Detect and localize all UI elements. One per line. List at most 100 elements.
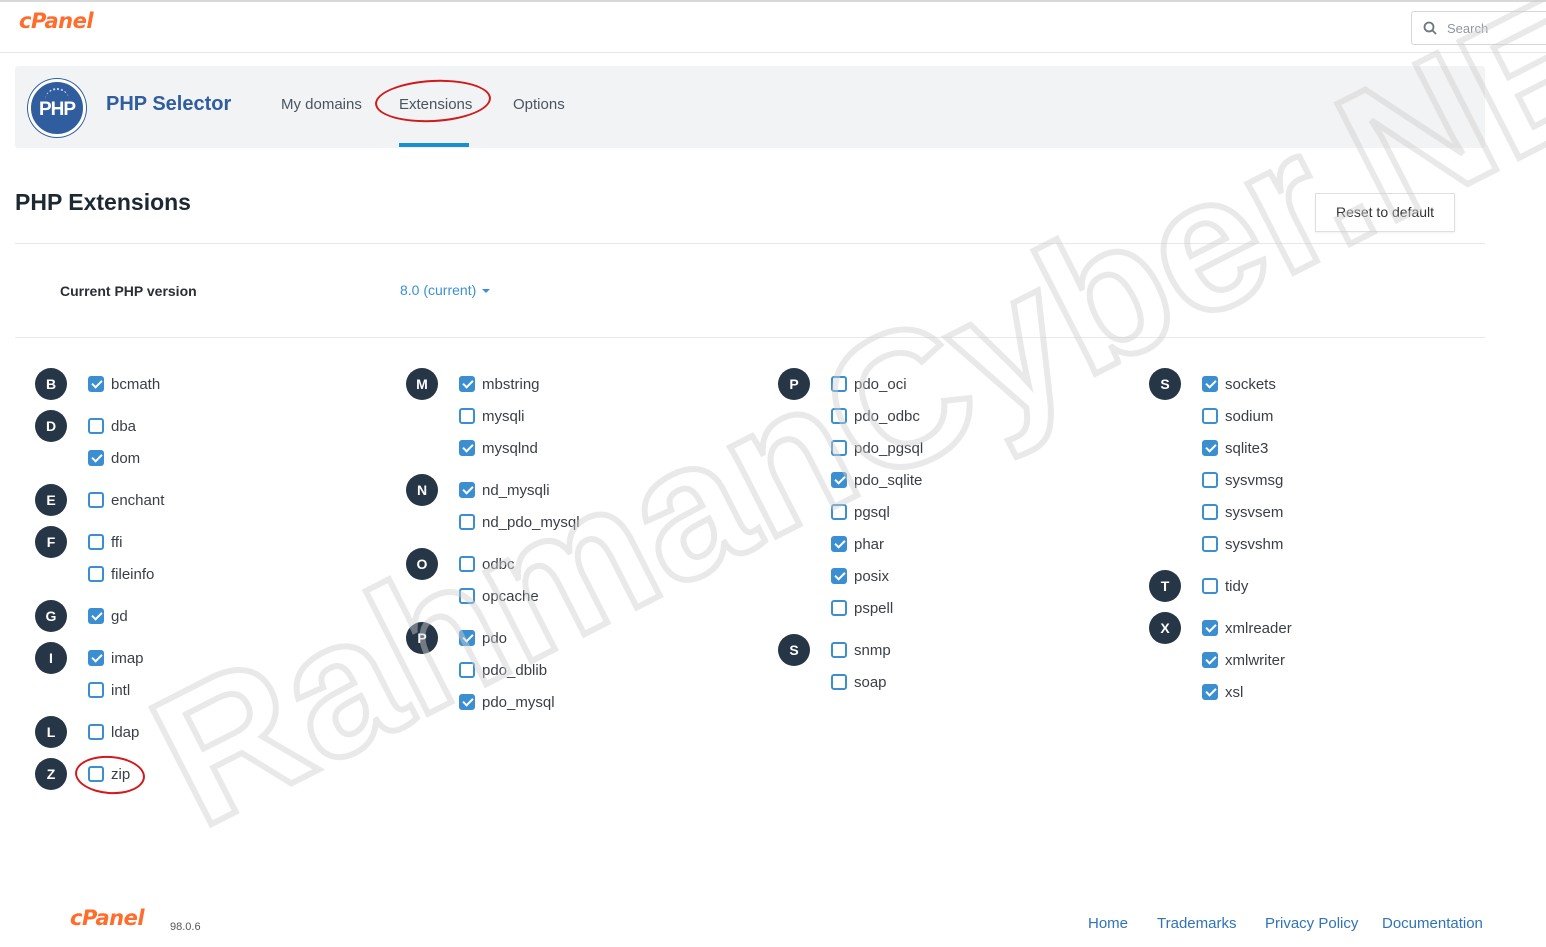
extension-pdo_odbc[interactable]: pdo_odbc: [831, 406, 920, 426]
extension-checkbox[interactable]: [1202, 652, 1218, 668]
php-version-dropdown[interactable]: 8.0 (current): [400, 282, 491, 298]
extension-mysqlnd[interactable]: mysqlnd: [459, 438, 538, 458]
extension-dom[interactable]: dom: [88, 448, 140, 468]
footer-link-trademarks[interactable]: Trademarks: [1157, 915, 1236, 932]
extension-pdo_sqlite[interactable]: pdo_sqlite: [831, 470, 922, 490]
footer-link-home[interactable]: Home: [1088, 915, 1128, 932]
extension-opcache[interactable]: opcache: [459, 586, 539, 606]
extension-checkbox[interactable]: [88, 492, 104, 508]
extension-odbc[interactable]: odbc: [459, 554, 515, 574]
extension-pdo_dblib[interactable]: pdo_dblib: [459, 660, 547, 680]
extension-mbstring[interactable]: mbstring: [459, 374, 540, 394]
extension-checkbox[interactable]: [459, 514, 475, 530]
extension-checkbox[interactable]: [1202, 620, 1218, 636]
extension-label: nd_mysqli: [482, 481, 550, 499]
extension-checkbox[interactable]: [459, 662, 475, 678]
extension-checkbox[interactable]: [1202, 376, 1218, 392]
extension-checkbox[interactable]: [459, 408, 475, 424]
extension-checkbox[interactable]: [831, 440, 847, 456]
group-letter-m: M: [406, 368, 438, 400]
extension-nd_pdo_mysql[interactable]: nd_pdo_mysql: [459, 512, 580, 532]
extension-checkbox[interactable]: [88, 724, 104, 740]
extension-checkbox[interactable]: [1202, 684, 1218, 700]
extension-xmlreader[interactable]: xmlreader: [1202, 618, 1292, 638]
extension-checkbox[interactable]: [88, 418, 104, 434]
extension-checkbox[interactable]: [459, 440, 475, 456]
extension-checkbox[interactable]: [831, 408, 847, 424]
footer-link-documentation[interactable]: Documentation: [1382, 915, 1483, 932]
extension-checkbox[interactable]: [831, 472, 847, 488]
extension-soap[interactable]: soap: [831, 672, 887, 692]
tab-my-domains[interactable]: My domains: [281, 96, 362, 113]
extension-sodium[interactable]: sodium: [1202, 406, 1273, 426]
extension-checkbox[interactable]: [459, 556, 475, 572]
cpanel-logo[interactable]: cPanel: [19, 9, 94, 33]
group-letter-x: X: [1149, 612, 1181, 644]
extension-checkbox[interactable]: [459, 630, 475, 646]
extension-sockets[interactable]: sockets: [1202, 374, 1276, 394]
extension-fileinfo[interactable]: fileinfo: [88, 564, 154, 584]
extension-checkbox[interactable]: [88, 608, 104, 624]
tab-options[interactable]: Options: [513, 96, 565, 113]
extension-checkbox[interactable]: [1202, 536, 1218, 552]
extension-pdo_pgsql[interactable]: pdo_pgsql: [831, 438, 923, 458]
caret-down-icon: [482, 289, 491, 294]
extension-pdo[interactable]: pdo: [459, 628, 507, 648]
extension-checkbox[interactable]: [459, 482, 475, 498]
extension-checkbox[interactable]: [459, 694, 475, 710]
extension-checkbox[interactable]: [459, 376, 475, 392]
reset-to-default-button[interactable]: Reset to default: [1315, 193, 1455, 232]
extension-label: xmlwriter: [1225, 651, 1285, 669]
extension-checkbox[interactable]: [88, 650, 104, 666]
extension-checkbox[interactable]: [1202, 440, 1218, 456]
group-letter-d: D: [35, 410, 67, 442]
extension-pdo_mysql[interactable]: pdo_mysql: [459, 692, 555, 712]
extension-nd_mysqli[interactable]: nd_mysqli: [459, 480, 550, 500]
extension-checkbox[interactable]: [88, 450, 104, 466]
extension-dba[interactable]: dba: [88, 416, 136, 436]
extension-checkbox[interactable]: [1202, 472, 1218, 488]
extension-label: pdo_odbc: [854, 407, 920, 425]
extension-label: opcache: [482, 587, 539, 605]
extension-checkbox[interactable]: [459, 588, 475, 604]
extension-checkbox[interactable]: [1202, 578, 1218, 594]
extension-checkbox[interactable]: [831, 642, 847, 658]
extension-pspell[interactable]: pspell: [831, 598, 893, 618]
extension-ffi[interactable]: ffi: [88, 532, 122, 552]
extension-mysqli[interactable]: mysqli: [459, 406, 525, 426]
extension-checkbox[interactable]: [831, 504, 847, 520]
extension-checkbox[interactable]: [831, 674, 847, 690]
extension-checkbox[interactable]: [88, 566, 104, 582]
extension-imap[interactable]: imap: [88, 648, 144, 668]
extension-checkbox[interactable]: [831, 536, 847, 552]
extension-checkbox[interactable]: [88, 682, 104, 698]
extension-xsl[interactable]: xsl: [1202, 682, 1243, 702]
extension-sysvsem[interactable]: sysvsem: [1202, 502, 1283, 522]
extension-enchant[interactable]: enchant: [88, 490, 164, 510]
extension-checkbox[interactable]: [831, 376, 847, 392]
search-input[interactable]: Search: [1411, 11, 1546, 45]
extension-sysvshm[interactable]: sysvshm: [1202, 534, 1283, 554]
group-letter-s: S: [1149, 368, 1181, 400]
extension-checkbox[interactable]: [1202, 408, 1218, 424]
extension-checkbox[interactable]: [831, 600, 847, 616]
extension-checkbox[interactable]: [1202, 504, 1218, 520]
extension-bcmath[interactable]: bcmath: [88, 374, 160, 394]
extension-phar[interactable]: phar: [831, 534, 884, 554]
extension-ldap[interactable]: ldap: [88, 722, 139, 742]
extension-posix[interactable]: posix: [831, 566, 889, 586]
extension-pdo_oci[interactable]: pdo_oci: [831, 374, 907, 394]
footer-link-privacy-policy[interactable]: Privacy Policy: [1265, 915, 1358, 932]
extension-checkbox[interactable]: [88, 534, 104, 550]
extension-snmp[interactable]: snmp: [831, 640, 891, 660]
extension-pgsql[interactable]: pgsql: [831, 502, 890, 522]
extension-checkbox[interactable]: [831, 568, 847, 584]
group-letter-i: I: [35, 642, 67, 674]
extension-intl[interactable]: intl: [88, 680, 130, 700]
extension-checkbox[interactable]: [88, 376, 104, 392]
extension-sysvmsg[interactable]: sysvmsg: [1202, 470, 1283, 490]
extension-tidy[interactable]: tidy: [1202, 576, 1248, 596]
extension-gd[interactable]: gd: [88, 606, 128, 626]
extension-sqlite3[interactable]: sqlite3: [1202, 438, 1268, 458]
extension-xmlwriter[interactable]: xmlwriter: [1202, 650, 1285, 670]
